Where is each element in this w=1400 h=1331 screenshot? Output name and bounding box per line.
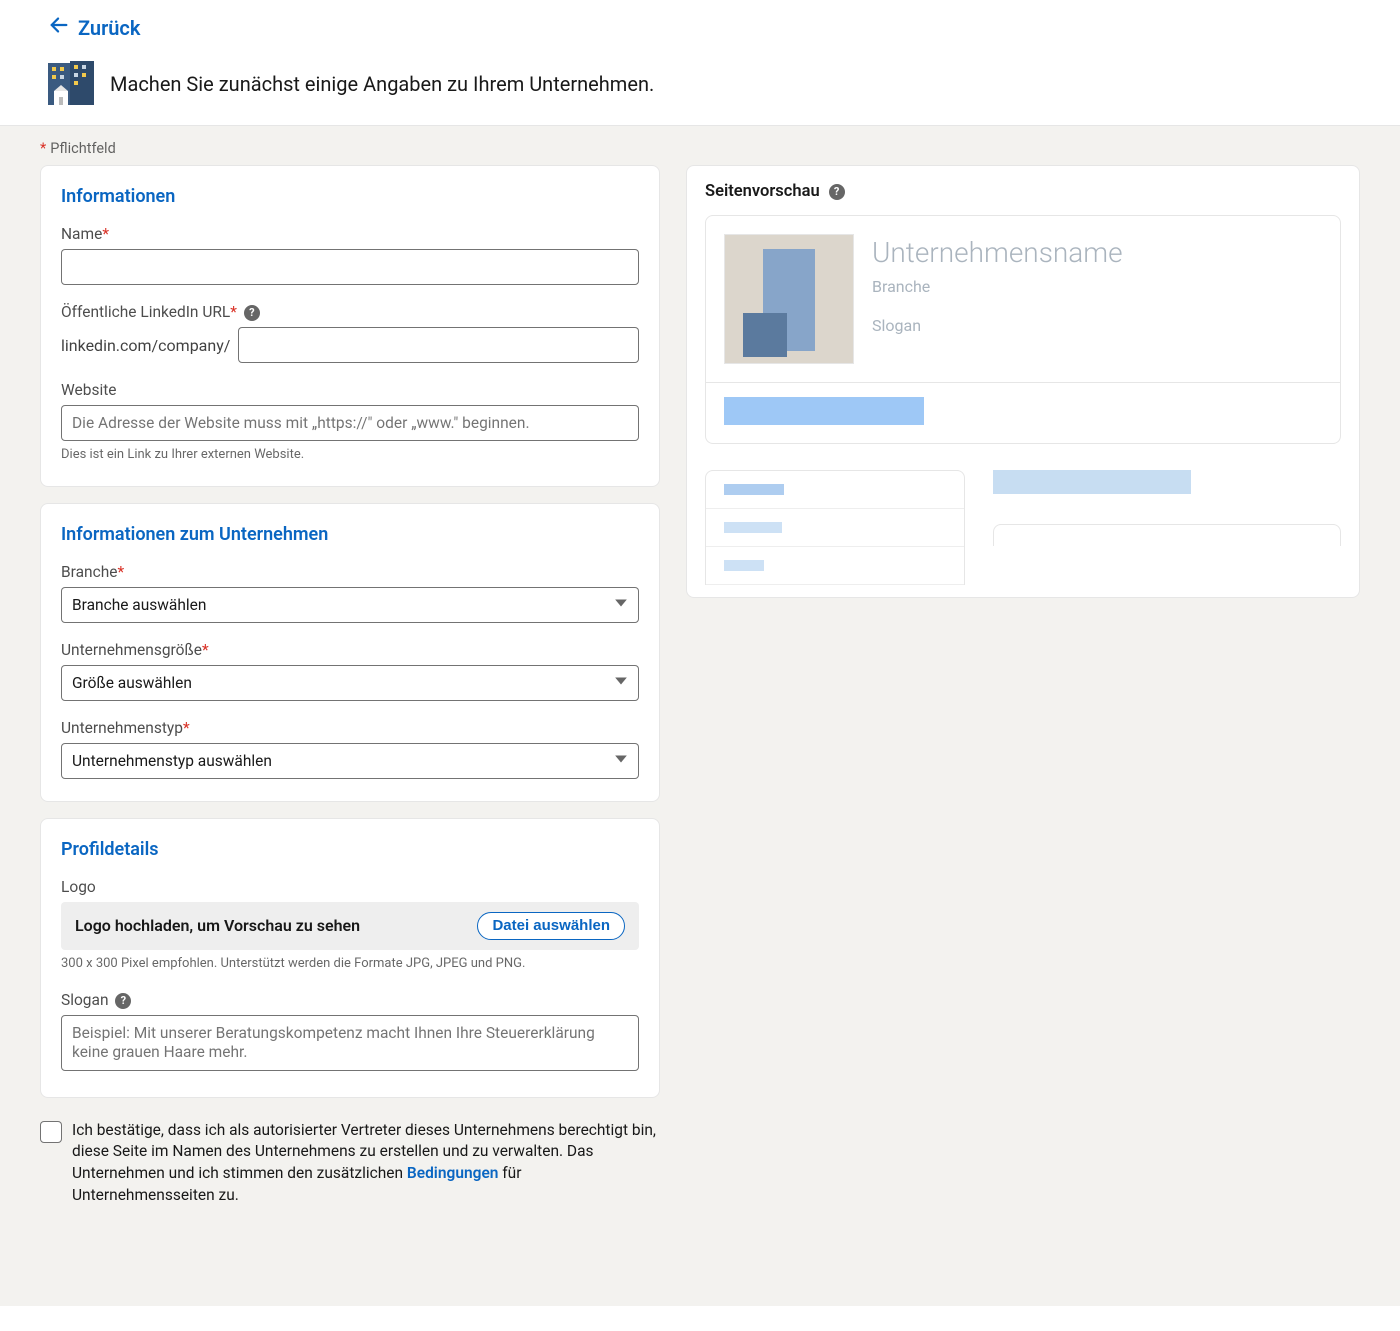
branch-select[interactable]: Branche auswählen <box>61 587 639 623</box>
preview-sidebar-skeleton <box>705 470 965 585</box>
logo-upload-bar: Logo hochladen, um Vorschau zu sehen Dat… <box>61 902 639 950</box>
choose-file-button[interactable]: Datei auswählen <box>477 912 625 940</box>
terms-link[interactable]: Bedingungen <box>407 1164 499 1182</box>
required-field-note: *Pflichtfeld <box>40 140 1360 157</box>
preview-main-skeleton <box>993 470 1341 585</box>
name-input[interactable] <box>61 249 639 285</box>
size-label: Unternehmensgröße* <box>61 641 639 659</box>
logo-label: Logo <box>61 878 639 896</box>
section-heading-profile: Profildetails <box>61 839 639 860</box>
arrow-left-icon <box>48 14 70 41</box>
website-hint: Dies ist ein Link zu Ihrer externen Webs… <box>61 447 639 464</box>
chevron-down-icon <box>614 752 628 770</box>
slogan-textarea[interactable] <box>61 1015 639 1071</box>
section-company: Informationen zum Unternehmen Branche* B… <box>40 503 660 802</box>
slogan-label: Slogan ? <box>61 991 639 1009</box>
linkedin-url-prefix: linkedin.com/company/ <box>61 336 230 355</box>
website-input[interactable] <box>61 405 639 441</box>
preview-branch: Branche <box>872 277 1123 296</box>
chevron-down-icon <box>614 674 628 692</box>
preview-hero: Unternehmensname Branche Slogan <box>705 215 1341 383</box>
page-title: Machen Sie zunächst einige Angaben zu Ih… <box>110 72 654 96</box>
section-information: Informationen Name* Öffentliche LinkedIn… <box>40 165 660 487</box>
back-label: Zurück <box>78 16 140 40</box>
logo-upload-text: Logo hochladen, um Vorschau zu sehen <box>75 916 360 935</box>
confirmation-row: Ich bestätige, dass ich als autorisierte… <box>40 1120 660 1207</box>
preview-logo-placeholder <box>724 234 854 364</box>
size-select[interactable]: Größe auswählen <box>61 665 639 701</box>
branch-label: Branche* <box>61 563 639 581</box>
confirm-text: Ich bestätige, dass ich als autorisierte… <box>72 1120 660 1207</box>
preview-panel: Seitenvorschau ? Unternehmensname Branch… <box>686 165 1360 598</box>
linkedin-url-input[interactable] <box>238 327 639 363</box>
back-button[interactable]: Zurück <box>48 14 140 41</box>
type-select[interactable]: Unternehmenstyp auswählen <box>61 743 639 779</box>
confirm-checkbox[interactable] <box>40 1121 62 1143</box>
preview-cta-skeleton <box>724 397 924 425</box>
section-profile: Profildetails Logo Logo hochladen, um Vo… <box>40 818 660 1098</box>
logo-hint: 300 x 300 Pixel empfohlen. Unterstützt w… <box>61 956 639 973</box>
name-label: Name* <box>61 225 639 243</box>
building-illustration-icon <box>48 61 94 107</box>
preview-slogan: Slogan <box>872 316 1123 335</box>
help-icon[interactable]: ? <box>244 305 260 321</box>
section-heading-information: Informationen <box>61 186 639 207</box>
preview-button-row <box>705 383 1341 444</box>
preview-heading: Seitenvorschau ? <box>705 182 1341 201</box>
help-icon[interactable]: ? <box>829 184 845 200</box>
page-header: Zurück Machen Sie zunächst einige Angabe… <box>0 0 1400 126</box>
help-icon[interactable]: ? <box>115 993 131 1009</box>
chevron-down-icon <box>614 596 628 614</box>
type-label: Unternehmenstyp* <box>61 719 639 737</box>
preview-company-name: Unternehmensname <box>872 236 1123 269</box>
section-heading-company: Informationen zum Unternehmen <box>61 524 639 545</box>
linkedin-url-label: Öffentliche LinkedIn URL* ? <box>61 303 639 321</box>
website-label: Website <box>61 381 639 399</box>
